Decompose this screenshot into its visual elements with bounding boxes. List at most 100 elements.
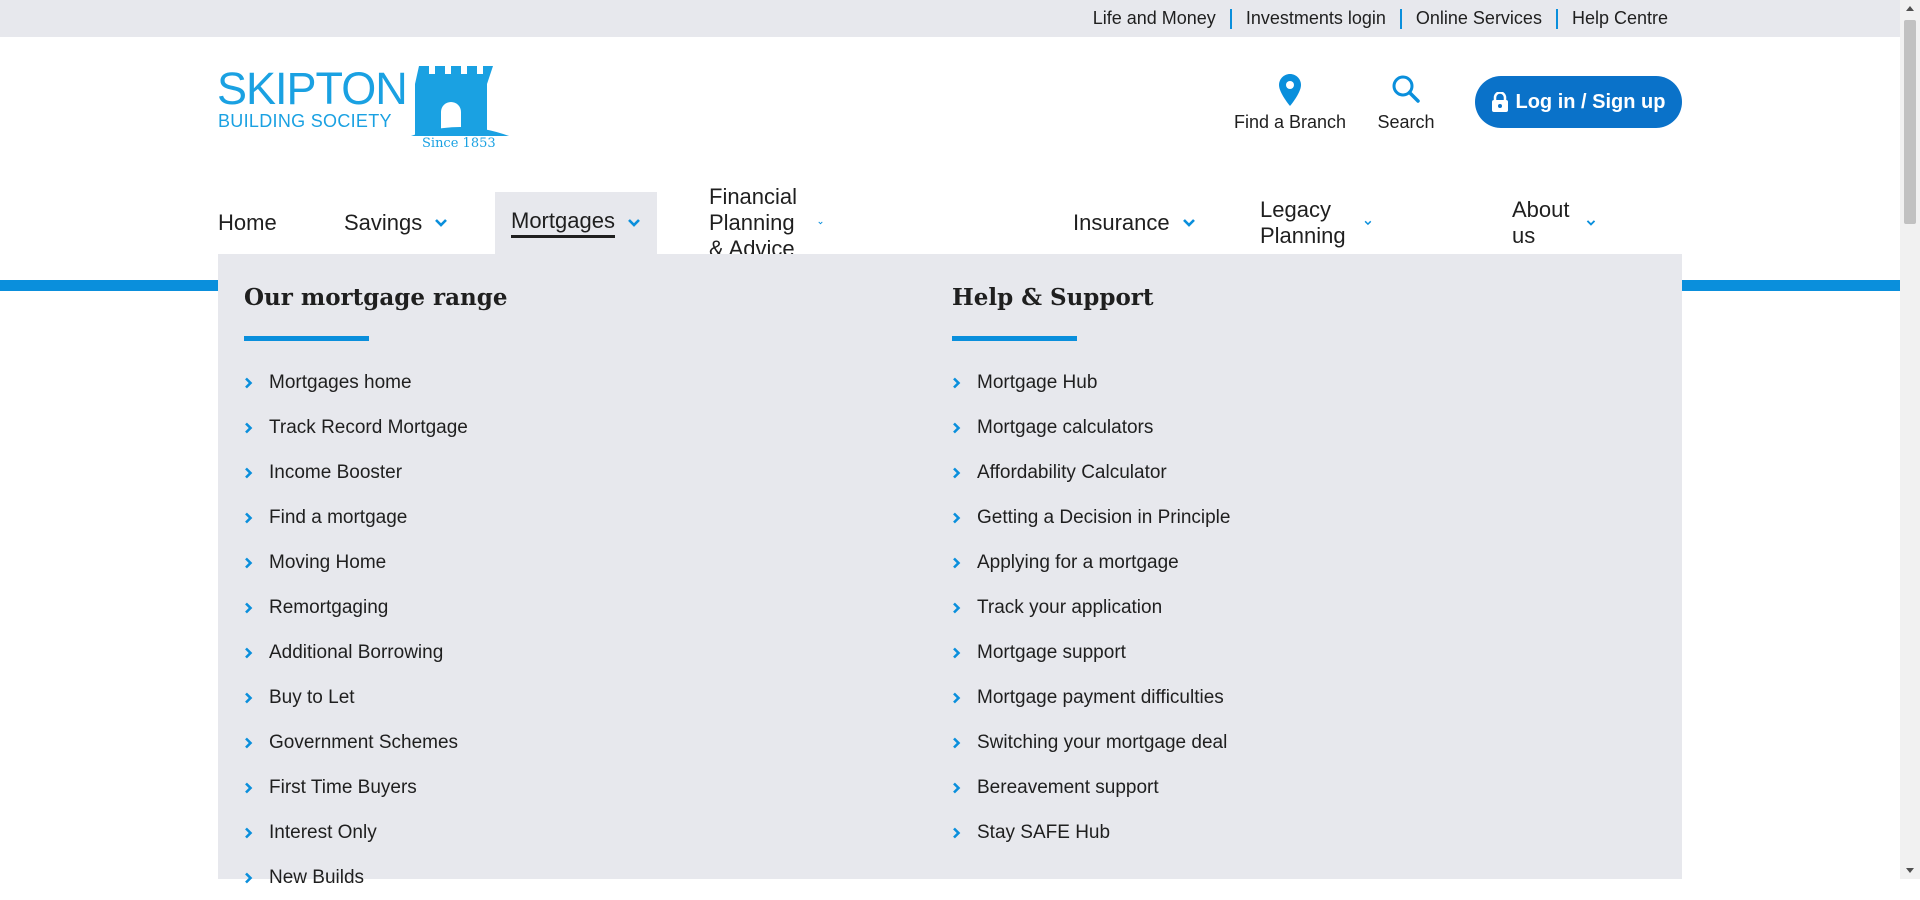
skipton-logo[interactable]: SKIPTON BUILDING SOCIETY Since 1853 [217, 66, 509, 156]
search-label: Search [1377, 112, 1435, 132]
mortgage-range-list: Mortgages home Track Record Mortgage Incom… [244, 360, 844, 900]
login-signup-button[interactable]: Log in / Sign up [1475, 76, 1682, 128]
nav-item-home[interactable]: Home [218, 192, 277, 254]
menu-link-label: Interest Only [269, 821, 377, 843]
menu-link-label: Applying for a mortgage [977, 551, 1179, 573]
menu-link[interactable]: Bereavement support [952, 765, 1552, 810]
menu-link-label: Track Record Mortgage [269, 416, 468, 438]
menu-link[interactable]: Applying for a mortgage [952, 540, 1552, 585]
chevron-right-icon [952, 602, 977, 614]
menu-link[interactable]: Interest Only [244, 810, 844, 855]
page-scrollbar[interactable] [1900, 0, 1920, 879]
menu-link[interactable]: Income Booster [244, 450, 844, 495]
nav-item-label: Home [218, 210, 277, 235]
nav-item-label: Legacy Planning [1260, 197, 1346, 248]
menu-link[interactable]: Buy to Let [244, 675, 844, 720]
logo-wordmark: SKIPTON [217, 63, 408, 114]
castle-logo-icon [411, 66, 509, 136]
menu-link-label: First Time Buyers [269, 776, 417, 798]
chevron-right-icon [952, 692, 977, 704]
menu-link[interactable]: Remortgaging [244, 585, 844, 630]
lock-icon [1491, 92, 1508, 112]
search-button[interactable]: Search [1368, 74, 1444, 133]
scroll-down-arrow-icon[interactable] [1900, 862, 1920, 879]
scroll-up-arrow-icon[interactable] [1900, 0, 1920, 17]
menu-link-label: Additional Borrowing [269, 641, 444, 663]
chevron-right-icon [244, 647, 269, 659]
menu-link-label: Stay SAFE Hub [977, 821, 1111, 843]
utility-bar: Life and Money Investments login Online … [0, 0, 1900, 37]
nav-item-label: About us [1512, 197, 1570, 248]
menu-link[interactable]: Track Record Mortgage [244, 405, 844, 450]
menu-link-label: Mortgage payment difficulties [977, 686, 1224, 708]
menu-link-label: Find a mortgage [269, 506, 408, 528]
chevron-right-icon [952, 422, 977, 434]
chevron-right-icon [244, 872, 269, 884]
scrollbar-thumb[interactable] [1904, 20, 1916, 224]
divider [1555, 8, 1558, 29]
menu-link[interactable]: Mortgage Hub [952, 360, 1552, 405]
utility-links: Life and Money Investments login Online … [1093, 0, 1668, 37]
menu-link-label: Government Schemes [269, 731, 459, 753]
menu-link[interactable]: Switching your mortgage deal [952, 720, 1552, 765]
menu-link[interactable]: New Builds [244, 855, 844, 900]
chevron-right-icon [244, 692, 269, 704]
chevron-right-icon [244, 602, 269, 614]
utility-link-investments-login[interactable]: Investments login [1246, 8, 1386, 29]
menu-link-label: Mortgage Hub [977, 371, 1098, 393]
menu-link[interactable]: Affordability Calculator [952, 450, 1552, 495]
nav-item-label: Insurance [1073, 210, 1170, 235]
nav-item-financial-planning[interactable]: Financial Planning & Advice [709, 184, 823, 261]
nav-item-insurance[interactable]: Insurance [1073, 192, 1196, 254]
utility-link-help-centre[interactable]: Help Centre [1572, 8, 1668, 29]
find-a-branch-label: Find a Branch [1233, 112, 1347, 132]
chevron-right-icon [952, 512, 977, 524]
chevron-right-icon [952, 377, 977, 389]
heading-underline [952, 336, 1077, 341]
nav-item-label: Financial Planning & Advice [709, 184, 798, 261]
menu-link-label: Affordability Calculator [977, 461, 1167, 483]
chevron-right-icon [244, 827, 269, 839]
nav-item-savings[interactable]: Savings [344, 192, 448, 254]
menu-link[interactable]: Government Schemes [244, 720, 844, 765]
mortgages-mega-menu: Our mortgage range Mortgages home Track R… [218, 254, 1682, 888]
nav-item-about-us[interactable]: About us [1512, 192, 1596, 254]
logo-since: Since 1853 [422, 136, 496, 151]
menu-link[interactable]: First Time Buyers [244, 765, 844, 810]
column-heading: Help & Support [952, 284, 1154, 311]
menu-link-label: New Builds [269, 866, 365, 888]
find-a-branch-button[interactable]: Find a Branch [1232, 74, 1348, 133]
menu-link[interactable]: Mortgage support [952, 630, 1552, 675]
menu-link-label: Buy to Let [269, 686, 355, 708]
chevron-down-icon [628, 219, 640, 227]
nav-item-mortgages[interactable]: Mortgages [495, 192, 657, 254]
chevron-right-icon [952, 647, 977, 659]
menu-link[interactable]: Moving Home [244, 540, 844, 585]
menu-link[interactable]: Stay SAFE Hub [952, 810, 1552, 855]
utility-link-online-services[interactable]: Online Services [1416, 8, 1542, 29]
chevron-right-icon [244, 557, 269, 569]
map-pin-icon [1279, 74, 1301, 106]
divider [1399, 8, 1402, 29]
menu-link[interactable]: Find a mortgage [244, 495, 844, 540]
menu-link[interactable]: Additional Borrowing [244, 630, 844, 675]
divider [1229, 8, 1232, 29]
chevron-right-icon [244, 737, 269, 749]
nav-item-legacy-planning[interactable]: Legacy Planning [1260, 192, 1372, 254]
nav-item-label: Mortgages [511, 208, 615, 238]
column-heading: Our mortgage range [244, 284, 508, 311]
menu-link-label: Income Booster [269, 461, 403, 483]
menu-link-label: Switching your mortgage deal [977, 731, 1228, 753]
chevron-right-icon [952, 782, 977, 794]
chevron-down-icon [1182, 219, 1195, 227]
menu-link[interactable]: Getting a Decision in Principle [952, 495, 1552, 540]
menu-link-label: Moving Home [269, 551, 387, 573]
menu-link[interactable]: Mortgages home [244, 360, 844, 405]
utility-link-life-and-money[interactable]: Life and Money [1093, 8, 1216, 29]
menu-link[interactable]: Mortgage calculators [952, 405, 1552, 450]
chevron-down-icon [1586, 220, 1595, 226]
menu-link[interactable]: Mortgage payment difficulties [952, 675, 1552, 720]
menu-link[interactable]: Track your application [952, 585, 1552, 630]
chevron-down-icon [435, 219, 448, 227]
menu-link-label: Remortgaging [269, 596, 389, 618]
